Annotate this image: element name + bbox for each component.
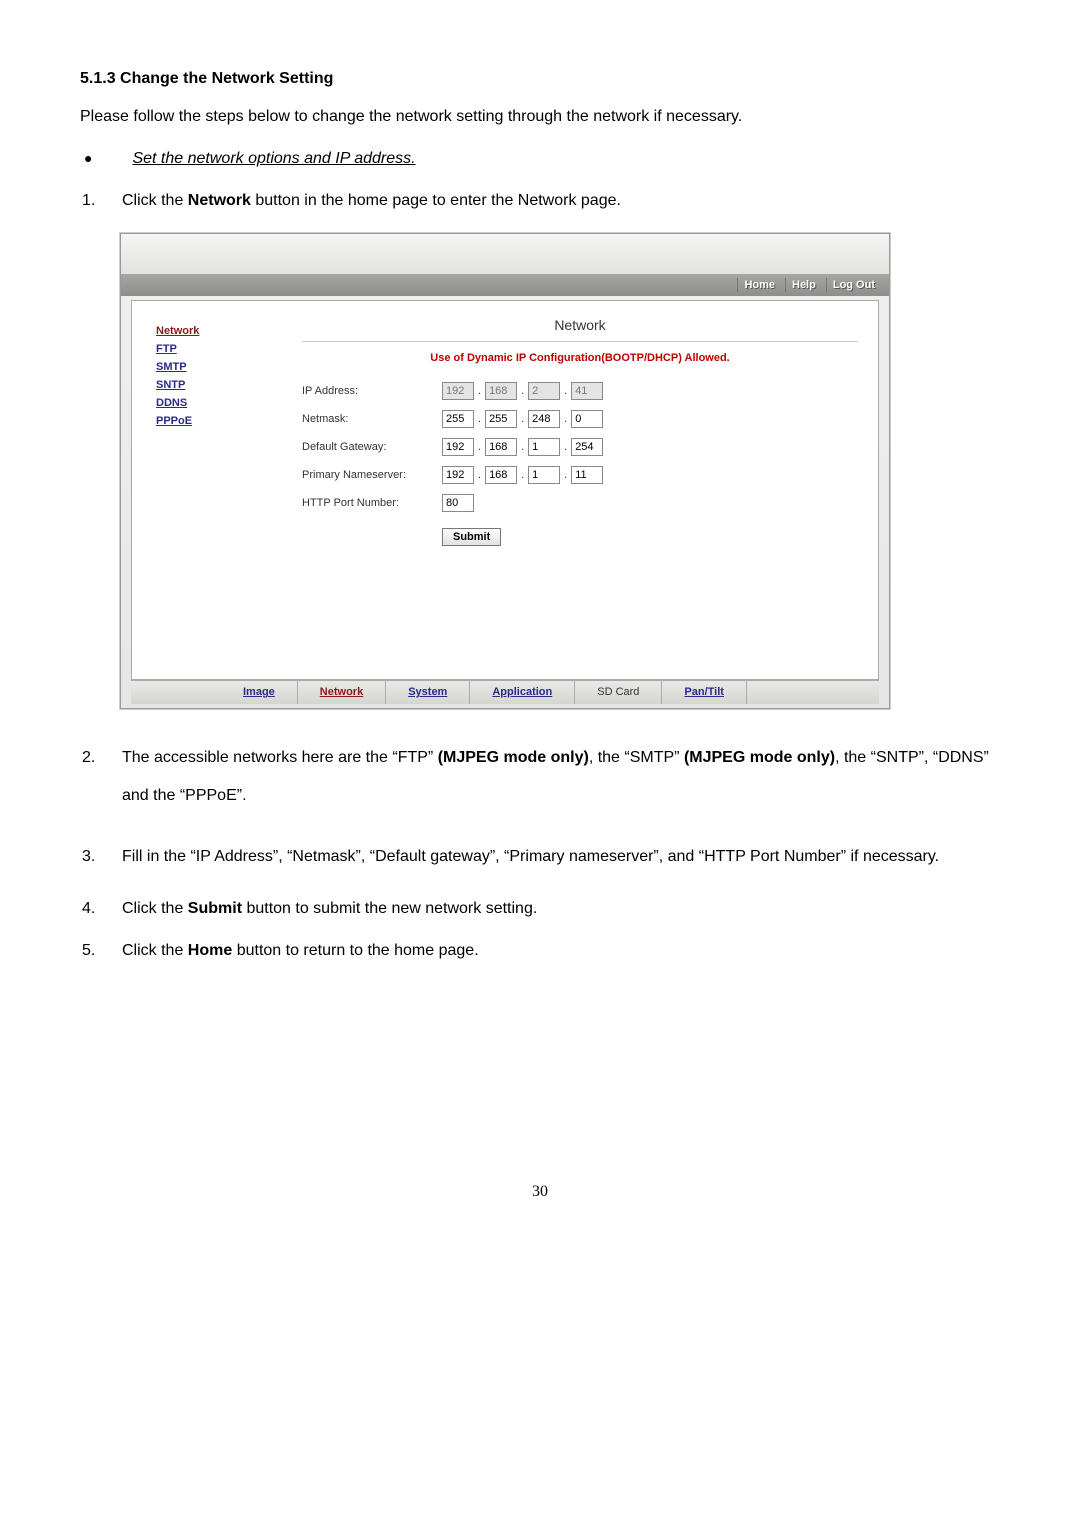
dns-octet-2[interactable]	[485, 466, 517, 484]
tab-system[interactable]: System	[386, 680, 470, 704]
row-gateway: Default Gateway: . . .	[302, 438, 858, 456]
step-text: , the “SMTP”	[589, 749, 684, 766]
content-frame: Network FTP SMTP SNTP DDNS PPPoE Network…	[131, 300, 879, 680]
dot-icon: .	[521, 413, 524, 425]
window-titlebar	[121, 234, 889, 274]
ip-octet-3[interactable]	[528, 382, 560, 400]
label-ip-address: IP Address:	[302, 385, 442, 397]
tab-application[interactable]: Application	[470, 680, 575, 704]
netmask-octet-3[interactable]	[528, 410, 560, 428]
netmask-octet-1[interactable]	[442, 410, 474, 428]
label-nameserver: Primary Nameserver:	[302, 469, 442, 481]
step-number: 3.	[82, 838, 122, 876]
step-number: 1.	[82, 190, 122, 212]
step-text: Click the	[122, 900, 188, 917]
dot-icon: .	[564, 385, 567, 397]
dot-icon: .	[564, 441, 567, 453]
help-button[interactable]: Help	[785, 278, 822, 292]
step-text: button to return to the home page.	[232, 942, 478, 959]
network-page-screenshot: Home Help Log Out Network FTP SMTP SNTP …	[120, 233, 890, 709]
main-panel: Network Use of Dynamic IP Configuration(…	[282, 301, 878, 679]
step-bold: Home	[188, 942, 232, 959]
dot-icon: .	[478, 413, 481, 425]
step-number: 2.	[82, 739, 122, 816]
step-bold: Submit	[188, 900, 242, 917]
dot-icon: .	[521, 385, 524, 397]
dot-icon: .	[521, 469, 524, 481]
gateway-octet-2[interactable]	[485, 438, 517, 456]
tab-pantilt[interactable]: Pan/Tilt	[662, 680, 747, 704]
dot-icon: .	[521, 441, 524, 453]
gateway-octet-3[interactable]	[528, 438, 560, 456]
step-bold: (MJPEG mode only)	[684, 749, 835, 766]
step-text: The accessible networks here are the “FT…	[122, 749, 438, 766]
step-3: 3. Fill in the “IP Address”, “Netmask”, …	[82, 838, 1000, 876]
gateway-octet-1[interactable]	[442, 438, 474, 456]
page-number: 30	[80, 1183, 1000, 1201]
sidebar-item-ddns[interactable]: DDNS	[156, 397, 272, 409]
step-4: 4. Click the Submit button to submit the…	[82, 898, 1000, 920]
divider	[302, 341, 858, 342]
dot-icon: .	[478, 469, 481, 481]
step-number: 5.	[82, 940, 122, 962]
sidebar-item-ftp[interactable]: FTP	[156, 343, 272, 355]
step-text: button to submit the new network setting…	[242, 900, 537, 917]
tab-image[interactable]: Image	[221, 680, 298, 704]
section-heading: 5.1.3 Change the Network Setting	[80, 70, 1000, 88]
tab-network[interactable]: Network	[298, 680, 386, 704]
step-bold: (MJPEG mode only)	[438, 749, 589, 766]
ip-octet-4[interactable]	[571, 382, 603, 400]
step-2: 2. The accessible networks here are the …	[82, 739, 1000, 816]
http-port-input[interactable]	[442, 494, 474, 512]
dot-icon: .	[478, 441, 481, 453]
sidebar-item-sntp[interactable]: SNTP	[156, 379, 272, 391]
sidebar-item-pppoe[interactable]: PPPoE	[156, 415, 272, 427]
ip-octet-1[interactable]	[442, 382, 474, 400]
ip-octet-2[interactable]	[485, 382, 517, 400]
logout-button[interactable]: Log Out	[826, 278, 881, 292]
dns-octet-4[interactable]	[571, 466, 603, 484]
step-5: 5. Click the Home button to return to th…	[82, 940, 1000, 962]
submit-button[interactable]: Submit	[442, 528, 501, 546]
label-netmask: Netmask:	[302, 413, 442, 425]
label-gateway: Default Gateway:	[302, 441, 442, 453]
step-number: 4.	[82, 898, 122, 920]
home-button[interactable]: Home	[737, 278, 781, 292]
bullet-text: Set the network options and IP address.	[132, 150, 415, 168]
netmask-octet-2[interactable]	[485, 410, 517, 428]
dot-icon: .	[564, 469, 567, 481]
row-ip-address: IP Address: . . .	[302, 382, 858, 400]
tab-sdcard[interactable]: SD Card	[575, 680, 662, 704]
step-text: button in the home page to enter the Net…	[251, 192, 621, 209]
row-http-port: HTTP Port Number:	[302, 494, 858, 512]
dns-octet-3[interactable]	[528, 466, 560, 484]
dhcp-message: Use of Dynamic IP Configuration(BOOTP/DH…	[302, 352, 858, 364]
step-bold: Network	[188, 192, 251, 209]
sidebar: Network FTP SMTP SNTP DDNS PPPoE	[132, 301, 282, 679]
step-text: Click the	[122, 192, 188, 209]
label-http-port: HTTP Port Number:	[302, 497, 442, 509]
dot-icon: .	[564, 413, 567, 425]
bullet-item: ● Set the network options and IP address…	[80, 150, 1000, 168]
row-nameserver: Primary Nameserver: . . .	[302, 466, 858, 484]
bullet-icon: ●	[84, 150, 92, 166]
top-nav: Home Help Log Out	[121, 274, 889, 296]
netmask-octet-4[interactable]	[571, 410, 603, 428]
intro-paragraph: Please follow the steps below to change …	[80, 106, 1000, 128]
step-text: Fill in the “IP Address”, “Netmask”, “De…	[122, 838, 1000, 876]
step-1: 1. Click the Network button in the home …	[82, 190, 1000, 212]
dot-icon: .	[478, 385, 481, 397]
dns-octet-1[interactable]	[442, 466, 474, 484]
sidebar-item-smtp[interactable]: SMTP	[156, 361, 272, 373]
step-text: Click the	[122, 942, 188, 959]
gateway-octet-4[interactable]	[571, 438, 603, 456]
bottom-tabs: Image Network System Application SD Card…	[131, 680, 879, 704]
sidebar-item-network[interactable]: Network	[156, 325, 272, 337]
row-netmask: Netmask: . . .	[302, 410, 858, 428]
panel-title: Network	[302, 317, 858, 333]
